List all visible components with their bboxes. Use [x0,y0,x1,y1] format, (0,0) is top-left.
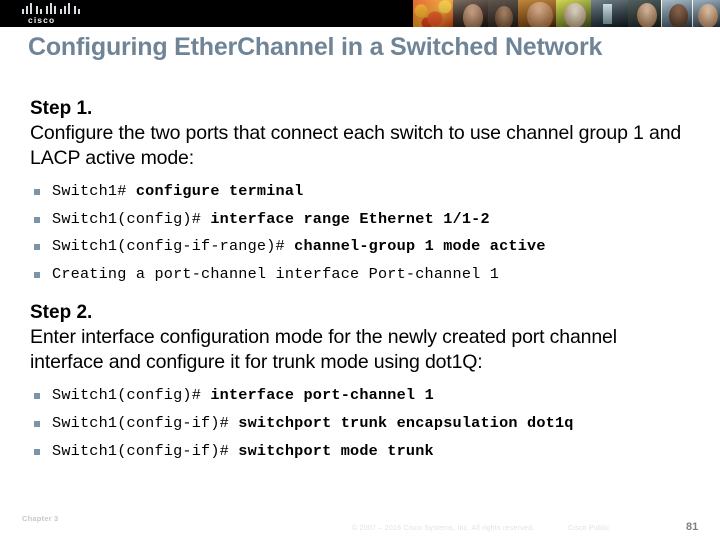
page-number: 81 [686,521,699,533]
cisco-logo: cisco [22,3,90,25]
cli-command: interface port-channel 1 [210,386,434,405]
command-line: Creating a port-channel interface Port-c… [32,261,720,289]
command-line: Switch1(config)# interface port-channel … [32,382,720,410]
square-bullet-icon [34,448,40,455]
cli-command: switchport trunk encapsulation dot1q [238,413,574,432]
step-block-2: Step 2. Enter interface configuration mo… [0,302,720,465]
step-1-description: Configure the two ports that connect eac… [30,122,682,169]
footer-chapter: Chapter 3 [22,514,59,523]
command-line: Switch1(config-if-range)# channel-group … [32,233,720,261]
photo-tile-6 [590,0,628,27]
cli-command: channel-group 1 mode active [294,237,546,256]
cli-command: switchport mode trunk [238,441,434,460]
cli-prompt: Switch1(config-if)# [52,413,239,432]
cli-output: Creating a port-channel interface Port-c… [52,264,500,283]
command-line: Switch1(config-if)# switchport trunk enc… [32,410,720,438]
photo-tile-2 [453,0,489,27]
command-line: Switch1(config)# interface range Etherne… [32,206,720,234]
cisco-wordmark: cisco [28,15,56,25]
footer-copyright: © 2007 – 2016 Cisco Systems, Inc. All ri… [352,525,535,532]
people-photo-strip [413,0,720,27]
photo-tile-4 [517,0,557,27]
command-line: Switch1(config-if)# switchport mode trun… [32,438,720,466]
cli-prompt: Switch1(config)# [52,386,211,405]
photo-tile-8 [661,0,693,27]
step-block-1: Step 1. Configure the two ports that con… [0,98,720,288]
photo-tile-9 [692,0,720,27]
cli-prompt: Switch1# [52,182,136,200]
square-bullet-icon [34,189,40,195]
cli-command: configure terminal [135,182,304,200]
cli-prompt: Switch1(config)# [52,209,211,228]
cli-command: interface range Ethernet 1/1-2 [210,209,490,228]
square-bullet-icon [34,420,40,427]
photo-tile-7 [627,0,661,27]
step-2-command-list: Switch1(config)# interface port-channel … [0,382,720,465]
square-bullet-icon [34,216,40,223]
page-title: Configuring EtherChannel in a Switched N… [28,33,603,61]
photo-tile-3 [488,0,518,27]
photo-tile-5 [556,0,591,27]
square-bullet-icon [34,271,40,278]
photo-tile-1 [413,0,454,27]
square-bullet-icon [34,244,40,251]
cisco-logo-bars [22,3,84,14]
cli-prompt: Switch1(config-if-range)# [52,237,295,256]
step-1-heading: Step 1. [30,98,93,119]
step-2-description: Enter interface configuration mode for t… [30,326,617,374]
cli-prompt: Switch1(config-if)# [52,441,239,460]
square-bullet-icon [34,393,40,400]
step-2-heading: Step 2. [30,302,93,324]
top-banner: cisco [0,0,720,27]
command-line: Switch1# configure terminal [32,178,720,206]
footer-classification: Cisco Public [568,525,610,532]
step-1-command-list: Switch1# configure terminal Switch1(conf… [0,178,720,288]
slide-body: Step 1. Configure the two ports that con… [0,98,720,465]
